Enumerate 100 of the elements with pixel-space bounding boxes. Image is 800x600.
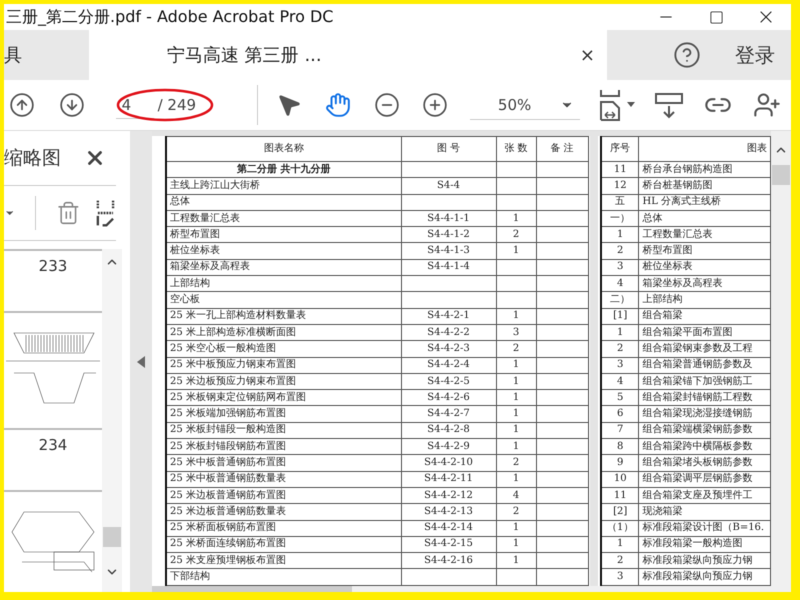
table-cell: 桥型布置图 <box>166 226 401 243</box>
table-cell: 下部结构 <box>166 568 401 586</box>
scrollbar-thumb[interactable] <box>772 165 790 185</box>
scrollbar-thumb[interactable] <box>103 527 121 547</box>
table-cell: 25 米一孔上部构造材料数量表 <box>166 308 401 324</box>
maximize-icon[interactable] <box>708 10 724 24</box>
horizontal-scrollbar-thumb[interactable] <box>152 586 352 592</box>
table-cell: 标准段箱梁纵向预应力钢 <box>638 552 770 569</box>
sign-in-link[interactable]: 登录 <box>735 30 775 80</box>
table-cell: S4-4-1-4 <box>401 259 496 276</box>
column-header: 序号 <box>601 136 639 162</box>
table-cell: 25 米板封锚段钢筋布置图 <box>166 438 401 455</box>
table-cell: 25 米板端加强钢筋布置图 <box>166 406 401 422</box>
table-cell: 25 米板封锚段一般构造图 <box>166 422 401 439</box>
table-cell: S4-4-2-14 <box>401 520 496 536</box>
table-cell: 组合箱梁跨中横隔板参数 <box>638 438 770 455</box>
table-cell: 5 <box>601 390 639 406</box>
table-cell: 箱梁坐标及高程表 <box>166 259 401 276</box>
table-cell: 标准段箱梁一般构造图 <box>638 536 770 553</box>
table-cell: 9 <box>601 454 639 472</box>
table-cell: HL 分离式主线桥 <box>638 194 770 210</box>
table-cell: S4-4-2-16 <box>401 552 496 569</box>
table-cell: S4-4-1-1 <box>401 210 496 227</box>
table-cell: 现浇箱梁 <box>638 504 770 520</box>
table-cell: 1 <box>496 308 536 324</box>
table-cell: 25 米中板普通钢筋数量表 <box>166 471 401 488</box>
table-cell: 组合箱梁调平层钢筋参数 <box>638 471 770 488</box>
table-cell: 3 <box>601 568 639 586</box>
table-cell: 2 <box>601 340 639 358</box>
table-cell: S4-4-2-9 <box>401 438 496 455</box>
table-cell: 2 <box>496 340 536 358</box>
tab-label: 具 <box>4 44 23 67</box>
table-cell: S4-4-2-3 <box>401 340 496 358</box>
table-cell: S4-4-2-7 <box>401 406 496 422</box>
table-cell: 组合箱梁堵头板钢筋参数 <box>638 454 770 472</box>
page-number-field[interactable]: 4 <box>116 91 154 119</box>
table-cell: 1 <box>496 406 536 422</box>
table-cell: 2 <box>601 552 639 569</box>
table-cell: 11 <box>601 162 639 178</box>
table-cell: 3 <box>496 324 536 341</box>
trash-icon[interactable] <box>56 200 82 226</box>
table-cell: 2 <box>496 226 536 243</box>
table-cell: 桩位坐标表 <box>638 259 770 276</box>
table-cell: 6 <box>601 406 639 422</box>
table-cell: 1 <box>496 210 536 227</box>
table-cell: S4-4-2-15 <box>401 536 496 553</box>
table-cell: 12 <box>601 178 639 194</box>
column-header: 图表名称 <box>166 136 401 162</box>
table-cell: 3 <box>601 259 639 276</box>
table-cell: S4-4-2-13 <box>401 504 496 520</box>
table-cell: 一） <box>601 210 639 227</box>
table-cell: 25 米上部构造标准横断面图 <box>166 324 401 341</box>
collapse-arrow-icon[interactable] <box>137 356 145 368</box>
table-cell: 25 米板钢束定位钢筋网布置图 <box>166 390 401 406</box>
tab-label: 宁马高速 第三册 ... <box>167 44 323 67</box>
table-cell: 1 <box>496 357 536 374</box>
table-cell: [1] <box>601 308 639 324</box>
table-cell: 8 <box>601 438 639 455</box>
table-cell: 上部结构 <box>638 292 770 308</box>
table-cell: 组合箱梁锚下加强钢筋工 <box>638 373 770 390</box>
zoom-dropdown[interactable]: 50% <box>470 90 580 120</box>
table-cell: 第二分册 共十九分册 <box>166 162 401 178</box>
table-cell: S4-4-2-12 <box>401 487 496 504</box>
column-header: 张 数 <box>496 136 536 162</box>
document-tab[interactable]: 具 <box>4 30 34 80</box>
window-title: 三册_第二分册.pdf - Adobe Acrobat Pro DC <box>5 6 334 28</box>
table-cell: 25 米空心板一般构造图 <box>166 340 401 358</box>
panel-title: 缩略图 <box>4 146 61 171</box>
tab-close-button[interactable]: × <box>568 44 607 66</box>
table-cell: 1 <box>601 536 639 553</box>
document-tab[interactable]: 宁马高速 第三册 ... × <box>89 30 607 80</box>
table-cell: 1 <box>496 373 536 390</box>
table-cell: 组合箱梁 <box>638 308 770 324</box>
table-cell: 总体 <box>166 194 401 210</box>
table-cell: 总体 <box>638 210 770 227</box>
table-cell: S4-4-2-5 <box>401 373 496 390</box>
table-cell: S4-4-1-2 <box>401 226 496 243</box>
table-cell: 25 米桥面板钢筋布置图 <box>166 520 401 536</box>
table-cell: 1 <box>496 242 536 260</box>
table-cell: S4-4-2-11 <box>401 471 496 488</box>
table-cell: 2 <box>496 454 536 472</box>
table-cell: 25 米边板普通钢筋布置图 <box>166 487 401 504</box>
table-cell: 桥台承台钢筋构造图 <box>638 162 770 178</box>
table-cell: 10 <box>601 471 639 488</box>
table-cell: 4 <box>496 487 536 504</box>
table-cell: 4 <box>601 373 639 390</box>
table-cell: S4-4-2-1 <box>401 308 496 324</box>
table-cell: S4-4-2-8 <box>401 422 496 439</box>
column-header: 备 注 <box>536 136 588 162</box>
table-cell: 工程数量汇总表 <box>638 226 770 243</box>
table-cell: 25 米桥面连续钢筋布置图 <box>166 536 401 553</box>
table-cell: S4-4-2-6 <box>401 390 496 406</box>
table-cell: 25 米边板预应力钢束布置图 <box>166 373 401 390</box>
table-cell: 1 <box>496 536 536 553</box>
table-cell: S4-4-2-4 <box>401 357 496 374</box>
table-cell: 组合箱梁钢束参数及工程 <box>638 340 770 358</box>
table-cell: 标准段箱梁设计图（B=16. <box>638 520 770 536</box>
table-cell: S4-4-2-2 <box>401 324 496 341</box>
page-extract-icon[interactable] <box>95 199 116 227</box>
table-cell: 25 米中板普通钢筋布置图 <box>166 454 401 472</box>
